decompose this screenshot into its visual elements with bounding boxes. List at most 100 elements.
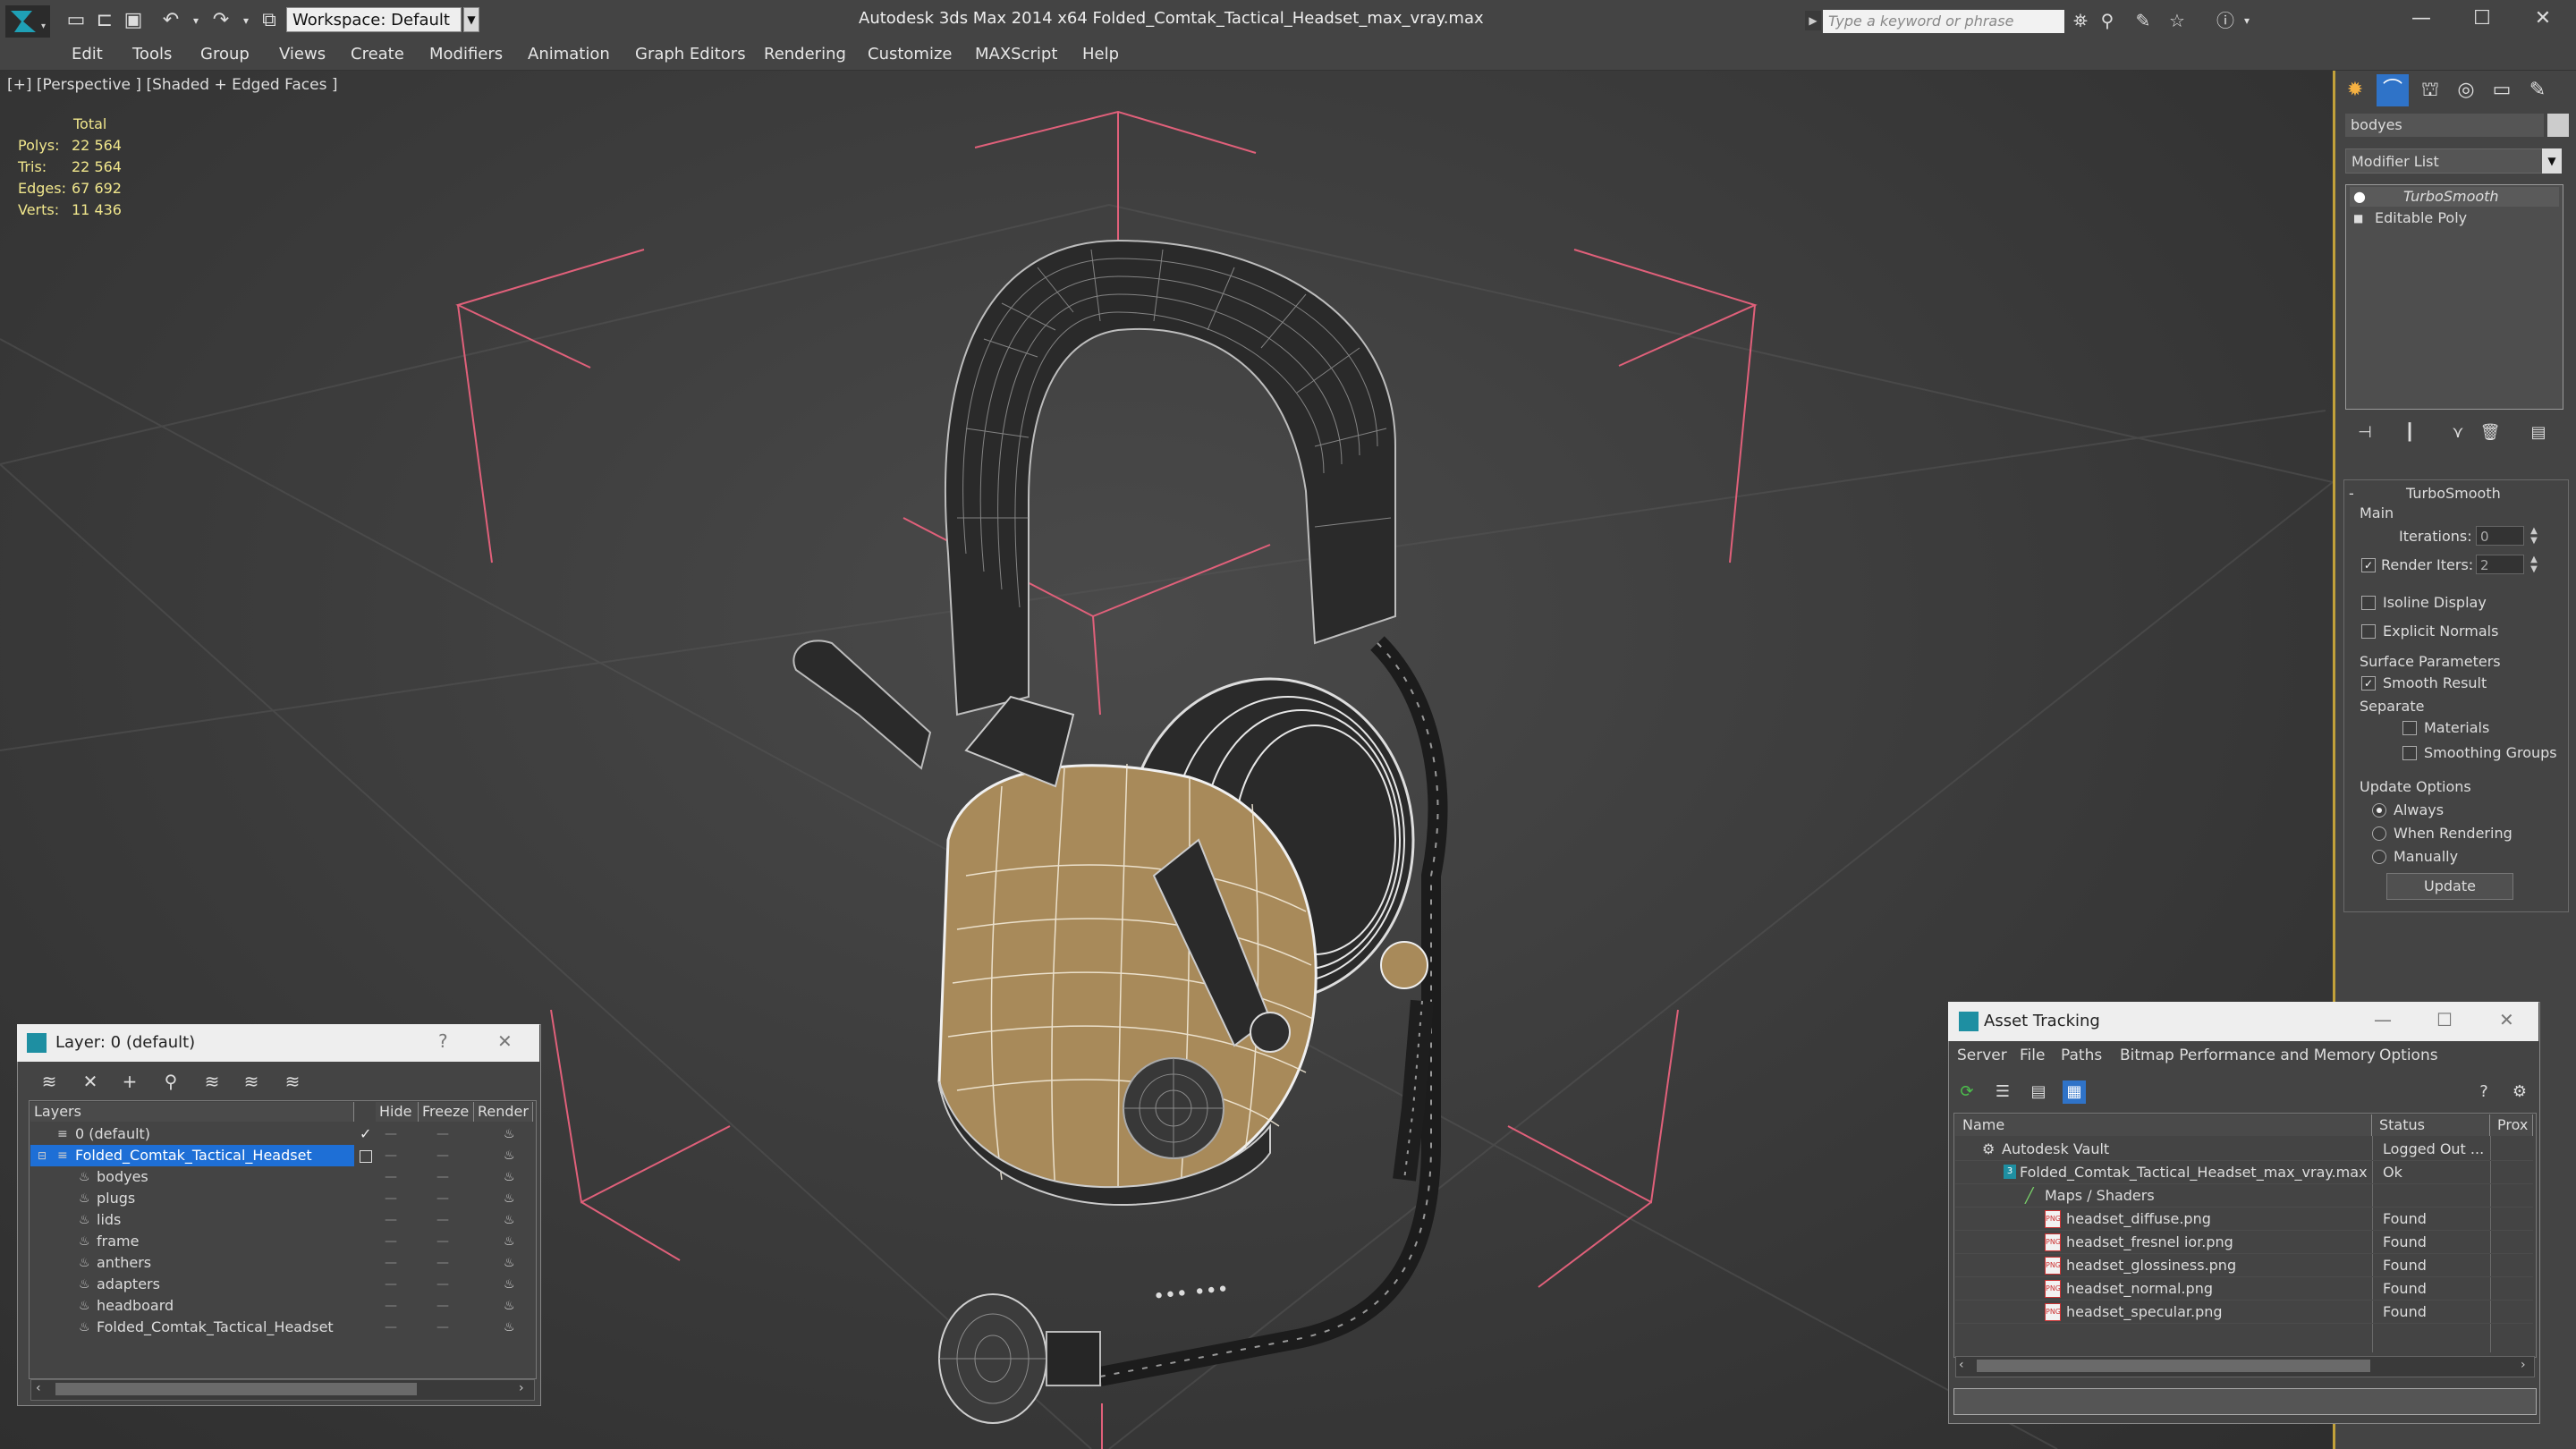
freeze-toggle[interactable]: — bbox=[436, 1123, 449, 1145]
update-button[interactable]: Update bbox=[2386, 873, 2513, 900]
motion-tab-icon[interactable]: ◎ bbox=[2450, 74, 2482, 106]
highlight-layer-icon[interactable]: ≋ bbox=[199, 1070, 225, 1093]
menu-tools[interactable]: Tools bbox=[132, 45, 172, 64]
freeze-toggle[interactable]: — bbox=[436, 1209, 449, 1231]
render-iters-spinner[interactable]: 2 bbox=[2476, 555, 2524, 574]
iterations-spinner[interactable]: 0 bbox=[2476, 526, 2524, 546]
object-row[interactable]: ♨ frame — — ♨ bbox=[30, 1231, 533, 1252]
object-name-field[interactable]: bodyes bbox=[2345, 114, 2544, 137]
collapse-icon[interactable]: ⊟ bbox=[38, 1145, 47, 1166]
settings-icon[interactable]: ⚙ bbox=[2508, 1080, 2531, 1104]
render-toggle-icon[interactable]: ♨ bbox=[504, 1123, 515, 1145]
minimize-icon[interactable]: — bbox=[2401, 4, 2442, 34]
select-objects-icon[interactable]: ⚲ bbox=[157, 1070, 184, 1093]
new-file-icon[interactable]: ▭ bbox=[64, 11, 88, 30]
object-row[interactable]: ♨ headboard — — ♨ bbox=[30, 1295, 533, 1317]
expand-icon[interactable]: ■ bbox=[2353, 208, 2363, 228]
asset-menu-file[interactable]: File bbox=[2020, 1046, 2045, 1064]
hide-all-icon[interactable]: ≋ bbox=[238, 1070, 265, 1093]
maximize-icon[interactable]: ☐ bbox=[2462, 4, 2503, 34]
subscription-icon[interactable]: ⚲ bbox=[2097, 11, 2118, 30]
stack-item-editable-poly[interactable]: ■ Editable Poly bbox=[2350, 208, 2559, 228]
render-toggle-icon[interactable]: ♨ bbox=[504, 1188, 515, 1209]
maximize-icon[interactable]: ☐ bbox=[2436, 1009, 2453, 1030]
modify-tab-icon[interactable]: ⌒ bbox=[2377, 74, 2409, 106]
scrollbar-thumb[interactable] bbox=[1977, 1360, 2370, 1372]
column-header-layers[interactable]: Layers bbox=[30, 1102, 354, 1122]
menu-group[interactable]: Group bbox=[200, 45, 250, 64]
when-rendering-radio[interactable] bbox=[2372, 826, 2386, 841]
asset-menu-options[interactable]: Options bbox=[2379, 1046, 2438, 1064]
asset-path-field[interactable] bbox=[1953, 1388, 2537, 1415]
manually-radio[interactable] bbox=[2372, 850, 2386, 864]
scrollbar-thumb[interactable] bbox=[55, 1383, 417, 1395]
hide-toggle[interactable]: — bbox=[385, 1295, 397, 1317]
render-toggle-icon[interactable]: ♨ bbox=[504, 1317, 515, 1338]
hide-toggle[interactable]: — bbox=[385, 1231, 397, 1252]
object-name[interactable]: lids bbox=[97, 1209, 121, 1231]
asset-menu-bitmap[interactable]: Bitmap Performance and Memory bbox=[2120, 1046, 2376, 1064]
object-row[interactable]: ♨ Folded_Comtak_Tactical_Headset — — ♨ bbox=[30, 1317, 533, 1338]
close-icon[interactable]: ✕ bbox=[2499, 1009, 2514, 1030]
menu-graph-editors[interactable]: Graph Editors bbox=[635, 45, 746, 64]
undo-icon[interactable]: ↶ bbox=[159, 11, 182, 30]
freeze-toggle[interactable]: — bbox=[436, 1188, 449, 1209]
make-unique-icon[interactable]: ⋎ bbox=[2442, 417, 2474, 449]
asset-row[interactable]: PNG headset_normal.png Found bbox=[1955, 1277, 2533, 1301]
modifier-list-dropdown[interactable]: Modifier List bbox=[2345, 148, 2560, 174]
list-view-icon[interactable]: ☰ bbox=[1991, 1080, 2014, 1104]
undo-dropdown-icon[interactable]: ▾ bbox=[184, 11, 208, 30]
asset-row[interactable]: ⚙ Autodesk Vault Logged Out ... bbox=[1955, 1138, 2533, 1161]
layer-name[interactable]: Folded_Comtak_Tactical_Headset bbox=[75, 1145, 312, 1166]
render-toggle-icon[interactable]: ♨ bbox=[504, 1166, 515, 1188]
materials-checkbox[interactable] bbox=[2402, 721, 2417, 735]
hide-toggle[interactable]: — bbox=[385, 1317, 397, 1338]
grid-view-icon[interactable]: ▦ bbox=[2063, 1080, 2086, 1104]
smooth-result-checkbox[interactable]: ✓ bbox=[2361, 676, 2376, 691]
column-header-status[interactable]: Status bbox=[2372, 1114, 2490, 1136]
freeze-all-icon[interactable]: ≋ bbox=[279, 1070, 306, 1093]
menu-customize[interactable]: Customize bbox=[868, 45, 952, 64]
layer-row[interactable]: ⊟ ≡ Folded_Comtak_Tactical_Headset — — ♨ bbox=[30, 1145, 533, 1166]
object-name[interactable]: headboard bbox=[97, 1295, 174, 1317]
headset-model[interactable]: ••• ••• bbox=[792, 239, 1448, 1424]
app-logo-icon[interactable]: ▾ bbox=[5, 5, 50, 38]
asset-menu-server[interactable]: Server bbox=[1957, 1046, 2007, 1064]
close-icon[interactable]: ✕ bbox=[2522, 4, 2563, 34]
scroll-left-icon[interactable]: ‹ bbox=[36, 1381, 41, 1395]
rollout-collapse-icon[interactable]: - bbox=[2349, 485, 2354, 502]
chevron-down-icon[interactable]: ▼ bbox=[2542, 148, 2562, 174]
show-end-result-icon[interactable]: ┃ bbox=[2394, 417, 2426, 449]
explicit-normals-checkbox[interactable] bbox=[2361, 624, 2376, 639]
lightbulb-icon[interactable]: ● bbox=[2353, 187, 2366, 207]
scroll-right-icon[interactable]: › bbox=[2521, 1358, 2526, 1372]
menu-modifiers[interactable]: Modifiers bbox=[429, 45, 503, 64]
object-name[interactable]: plugs bbox=[97, 1188, 135, 1209]
render-toggle-icon[interactable]: ♨ bbox=[504, 1231, 515, 1252]
layer-name[interactable]: 0 (default) bbox=[75, 1123, 150, 1145]
spinner-arrows-icon[interactable]: ▲ ▼ bbox=[2528, 555, 2540, 574]
hide-toggle[interactable]: — bbox=[385, 1123, 397, 1145]
pin-stack-icon[interactable]: ⊣ bbox=[2349, 417, 2381, 449]
redo-dropdown-icon[interactable]: ▾ bbox=[234, 11, 258, 30]
hide-toggle[interactable]: — bbox=[385, 1274, 397, 1295]
display-tab-icon[interactable]: ▭ bbox=[2486, 74, 2518, 106]
column-header-freeze[interactable]: Freeze bbox=[419, 1102, 474, 1122]
object-row[interactable]: ♨ adapters — — ♨ bbox=[30, 1274, 533, 1295]
column-header-proxy[interactable]: Prox bbox=[2490, 1114, 2533, 1136]
menu-help[interactable]: Help bbox=[1082, 45, 1119, 64]
menu-views[interactable]: Views bbox=[279, 45, 326, 64]
render-toggle-icon[interactable]: ♨ bbox=[504, 1145, 515, 1166]
render-toggle-icon[interactable]: ♨ bbox=[504, 1252, 515, 1274]
project-folder-icon[interactable]: ⧉ bbox=[258, 11, 281, 30]
always-radio[interactable] bbox=[2372, 803, 2386, 818]
remove-modifier-icon[interactable]: 🗑 bbox=[2474, 417, 2506, 449]
object-row[interactable]: ♨ bodyes — — ♨ bbox=[30, 1166, 533, 1188]
close-icon[interactable]: ✕ bbox=[497, 1030, 513, 1052]
make-current-box[interactable] bbox=[360, 1150, 372, 1163]
help-icon[interactable]: ? bbox=[438, 1030, 448, 1052]
hierarchy-tab-icon[interactable]: ⛫ bbox=[2414, 74, 2446, 106]
scroll-left-icon[interactable]: ‹ bbox=[1959, 1358, 1964, 1372]
save-icon[interactable]: ▣ bbox=[122, 11, 145, 30]
workspace-dropdown[interactable]: Workspace: Default bbox=[286, 7, 462, 32]
